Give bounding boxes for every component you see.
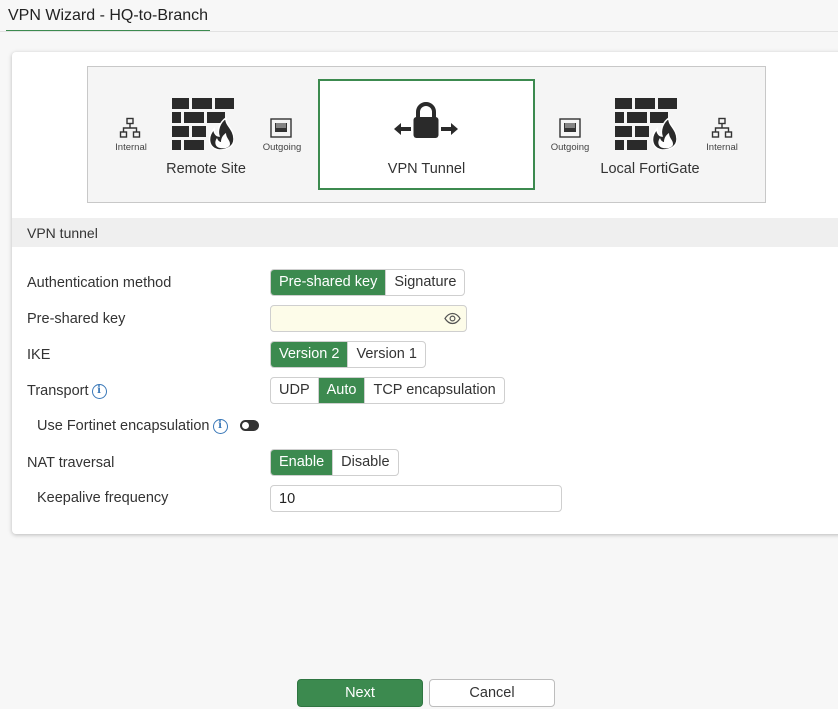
fortinet-encap-label: Use Fortinet encapsulation i xyxy=(37,418,228,434)
transport-option-tcp[interactable]: TCP encapsulation xyxy=(365,378,503,403)
keepalive-value: 10 xyxy=(279,491,296,507)
transport-label: Transport i xyxy=(27,383,107,399)
transport-label-text: Transport xyxy=(27,383,89,399)
psk-label: Pre-shared key xyxy=(27,311,126,327)
auth-method-label: Authentication method xyxy=(27,275,172,291)
eye-icon[interactable] xyxy=(444,312,461,325)
transport-toggle: UDP Auto TCP encapsulation xyxy=(270,377,505,404)
local-fortigate-label: Local FortiGate xyxy=(600,161,700,177)
nat-label: NAT traversal xyxy=(27,455,115,471)
nat-option-disable[interactable]: Disable xyxy=(333,450,397,475)
ike-label: IKE xyxy=(27,347,51,363)
nat-toggle: Enable Disable xyxy=(270,449,399,476)
auth-option-psk[interactable]: Pre-shared key xyxy=(271,270,387,295)
network-icon xyxy=(711,117,733,138)
info-icon[interactable]: i xyxy=(212,418,228,434)
wizard-title: VPN Wizard - HQ-to-Branch xyxy=(8,7,209,24)
auth-method-toggle: Pre-shared key Signature xyxy=(270,269,466,296)
lock-icon xyxy=(394,102,458,138)
next-button[interactable]: Next xyxy=(297,679,423,707)
keepalive-input[interactable]: 10 xyxy=(270,485,562,512)
vpn-tunnel-label: VPN Tunnel xyxy=(387,161,466,177)
fortinet-encap-label-text: Use Fortinet encapsulation xyxy=(37,418,210,434)
ike-option-v2[interactable]: Version 2 xyxy=(271,342,349,367)
remote-site-label: Remote Site xyxy=(166,161,246,177)
transport-option-auto[interactable]: Auto xyxy=(318,378,366,403)
psk-input[interactable] xyxy=(270,305,467,332)
ike-option-v1[interactable]: Version 1 xyxy=(348,342,424,367)
ike-toggle: Version 2 Version 1 xyxy=(270,341,426,368)
keepalive-label: Keepalive frequency xyxy=(37,490,169,506)
remote-outgoing-label: Outgoing xyxy=(262,142,302,153)
nat-option-enable[interactable]: Enable xyxy=(271,450,334,475)
network-icon xyxy=(119,117,141,138)
title-divider xyxy=(0,31,838,32)
topology-diagram: Internal Remote Site Outgoing VPN Tunnel… xyxy=(87,66,766,203)
info-icon[interactable]: i xyxy=(91,383,107,399)
remote-internal-label: Internal xyxy=(115,142,147,153)
cancel-button[interactable]: Cancel xyxy=(429,679,555,707)
local-outgoing-label: Outgoing xyxy=(550,142,590,153)
firewall-icon xyxy=(172,98,234,150)
port-icon xyxy=(559,118,581,138)
vpn-tunnel-box[interactable]: VPN Tunnel xyxy=(318,79,535,190)
auth-option-signature[interactable]: Signature xyxy=(386,270,464,295)
local-internal-label: Internal xyxy=(706,142,738,153)
section-title: VPN tunnel xyxy=(27,225,98,241)
section-header: VPN tunnel xyxy=(12,218,838,247)
firewall-icon xyxy=(615,98,677,150)
port-icon xyxy=(270,118,292,138)
fortinet-encap-toggle[interactable] xyxy=(240,420,259,431)
wizard-card: Internal Remote Site Outgoing VPN Tunnel… xyxy=(12,52,838,534)
transport-option-udp[interactable]: UDP xyxy=(271,378,319,403)
wizard-title-tab[interactable]: VPN Wizard - HQ-to-Branch xyxy=(6,0,211,32)
